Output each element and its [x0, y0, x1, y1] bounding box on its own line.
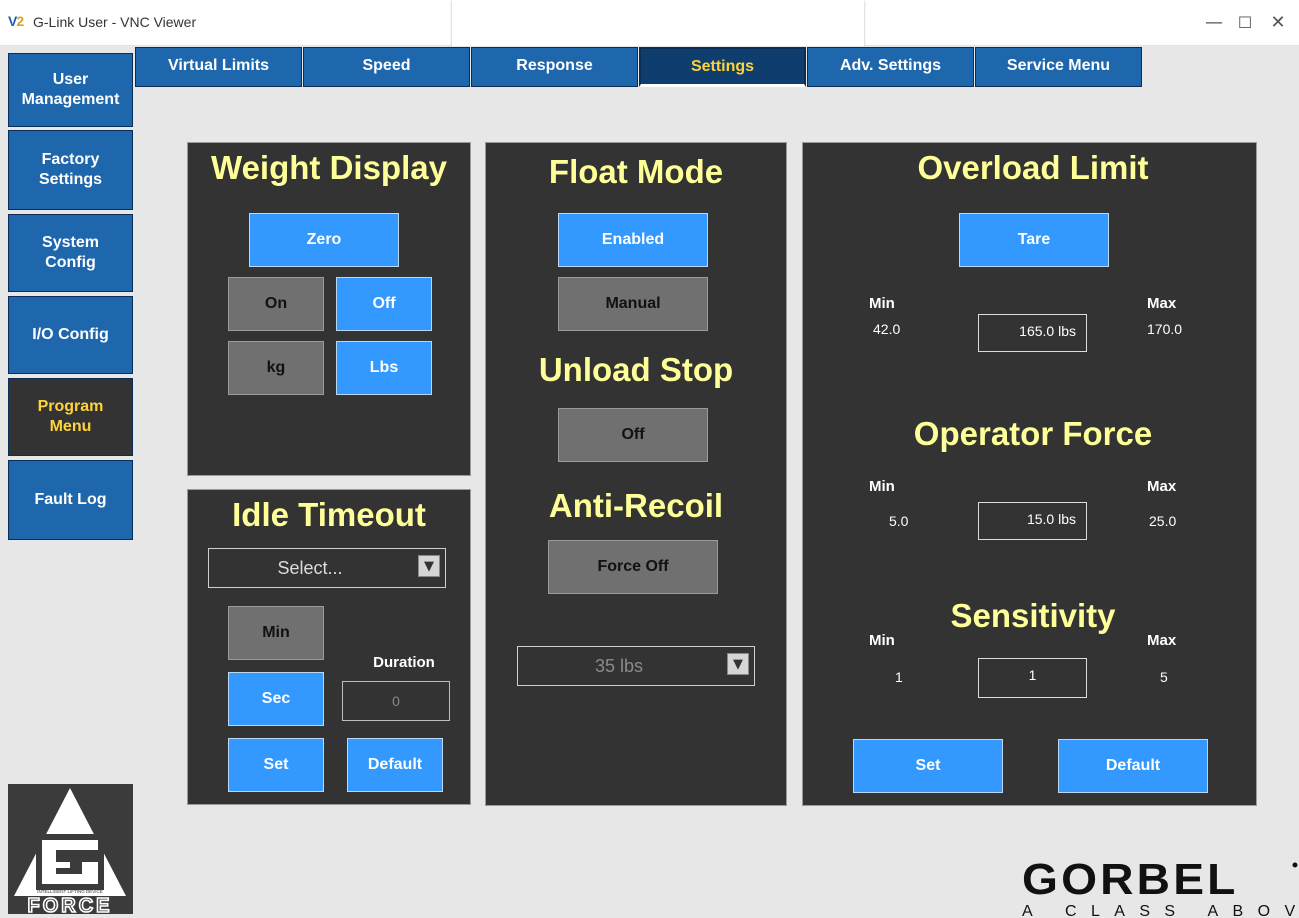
idle-timeout-select-value: Select... — [277, 557, 343, 578]
float-enabled-button[interactable]: Enabled — [558, 213, 708, 267]
idle-timeout-title: Idle Timeout — [232, 496, 426, 533]
idle-set-button[interactable]: Set — [228, 738, 324, 792]
unload-stop-title: Unload Stop — [538, 351, 734, 388]
unit-kg-button[interactable]: kg — [228, 341, 324, 395]
idle-default-button[interactable]: Default — [347, 738, 443, 792]
weight-display-title: Weight Display — [211, 149, 447, 186]
gorbel-logo: GORBEL A CLASS ABOVE — [1022, 854, 1299, 918]
overload-panel: Overload Limit Tare Min Max 42.0 170.0 1… — [802, 142, 1257, 806]
gorbel-word: GORBEL — [1022, 858, 1239, 904]
sensitivity-min-label: Min — [869, 632, 895, 649]
operator-force-title: Operator Force — [913, 415, 1153, 452]
unload-stop-off-button[interactable]: Off — [558, 408, 708, 462]
vnc-toolbar-tab[interactable] — [452, 0, 864, 50]
gorbel-logo-icon: GORBEL A CLASS ABOVE — [1022, 854, 1299, 918]
gforce-word: FORCE — [28, 895, 113, 914]
idle-timeout-select[interactable]: Select... ▼ — [208, 548, 446, 588]
tab-service-menu[interactable]: Service Menu — [975, 47, 1142, 87]
overload-default-button[interactable]: Default — [1058, 739, 1208, 793]
tab-adv-settings[interactable]: Adv. Settings — [807, 47, 974, 87]
gforce-logo: INTELLIGENT LIFTING DEVICE FORCE — [8, 784, 133, 918]
sensitivity-min-value: 1 — [895, 669, 903, 685]
maximize-icon[interactable]: ☐ — [1230, 10, 1260, 36]
anti-recoil-weight-select[interactable]: 35 lbs ▼ — [517, 646, 755, 686]
anti-recoil-title: Anti-Recoil — [548, 487, 724, 524]
duration-input[interactable]: 0 — [342, 681, 450, 721]
overload-limit-input[interactable]: 165.0 lbs — [978, 314, 1087, 352]
operator-force-min-value: 5.0 — [889, 513, 909, 529]
nav-factory-settings[interactable]: Factory Settings — [8, 130, 133, 210]
nav-program-menu[interactable]: Program Menu — [8, 378, 133, 456]
dropdown-arrow-icon[interactable]: ▼ — [418, 555, 440, 577]
overload-max-value: 170.0 — [1147, 321, 1183, 337]
gorbel-tagline: A CLASS ABOVE — [1022, 903, 1299, 918]
vnc-viewer-logo-icon: V2 — [8, 13, 24, 29]
weight-display-panel: Weight Display Zero On Off kg Lbs — [187, 142, 471, 476]
tab-settings[interactable]: Settings — [639, 47, 806, 87]
display-off-button[interactable]: Off — [336, 277, 432, 331]
dropdown-arrow-icon[interactable]: ▼ — [727, 653, 749, 675]
nav-user-management[interactable]: User Management — [8, 53, 133, 127]
overload-min-label: Min — [869, 295, 895, 312]
operator-force-min-label: Min — [869, 478, 895, 495]
nav-io-config[interactable]: I/O Config — [8, 296, 133, 374]
gforce-tagline: INTELLIGENT LIFTING DEVICE — [37, 889, 102, 894]
minimize-icon[interactable]: — — [1199, 10, 1229, 36]
sensitivity-input[interactable]: 1 — [978, 658, 1087, 698]
close-icon[interactable]: ✕ — [1263, 10, 1293, 36]
anti-recoil-weight-value: 35 lbs — [594, 655, 644, 676]
sensitivity-title: Sensitivity — [950, 597, 1116, 634]
sensitivity-max-value: 5 — [1160, 669, 1168, 685]
overload-max-label: Max — [1147, 295, 1177, 312]
unit-min-button[interactable]: Min — [228, 606, 324, 660]
nav-system-config[interactable]: System Config — [8, 214, 133, 292]
tare-button[interactable]: Tare — [959, 213, 1109, 267]
unit-lbs-button[interactable]: Lbs — [336, 341, 432, 395]
display-on-button[interactable]: On — [228, 277, 324, 331]
window-title: G-Link User - VNC Viewer — [33, 14, 197, 30]
unit-sec-button[interactable]: Sec — [228, 672, 324, 726]
gforce-logo-icon: INTELLIGENT LIFTING DEVICE FORCE — [14, 788, 126, 918]
operator-force-input[interactable]: 15.0 lbs — [978, 502, 1087, 540]
sensitivity-max-label: Max — [1147, 632, 1177, 649]
duration-label: Duration — [373, 654, 435, 671]
operator-force-max-value: 25.0 — [1149, 513, 1177, 529]
nav-fault-log[interactable]: Fault Log — [8, 460, 133, 540]
window-titlebar: V2 G-Link User - VNC Viewer — ☐ ✕ — [0, 0, 1299, 50]
overload-min-value: 42.0 — [873, 321, 901, 337]
float-mode-panel: Float Mode Enabled Manual Unload Stop Of… — [485, 142, 787, 806]
operator-force-max-label: Max — [1147, 478, 1177, 495]
zero-button[interactable]: Zero — [249, 213, 399, 267]
app-area: User Management Factory Settings System … — [0, 46, 1299, 918]
overload-limit-title: Overload Limit — [917, 149, 1149, 186]
float-mode-title: Float Mode — [548, 153, 724, 190]
tab-speed[interactable]: Speed — [303, 47, 470, 87]
force-off-button[interactable]: Force Off — [548, 540, 718, 594]
tab-response[interactable]: Response — [471, 47, 638, 87]
float-manual-button[interactable]: Manual — [558, 277, 708, 331]
idle-timeout-panel: Idle Timeout Select... ▼ Min Duration Se… — [187, 489, 471, 805]
tab-virtual-limits[interactable]: Virtual Limits — [135, 47, 302, 87]
overload-set-button[interactable]: Set — [853, 739, 1003, 793]
